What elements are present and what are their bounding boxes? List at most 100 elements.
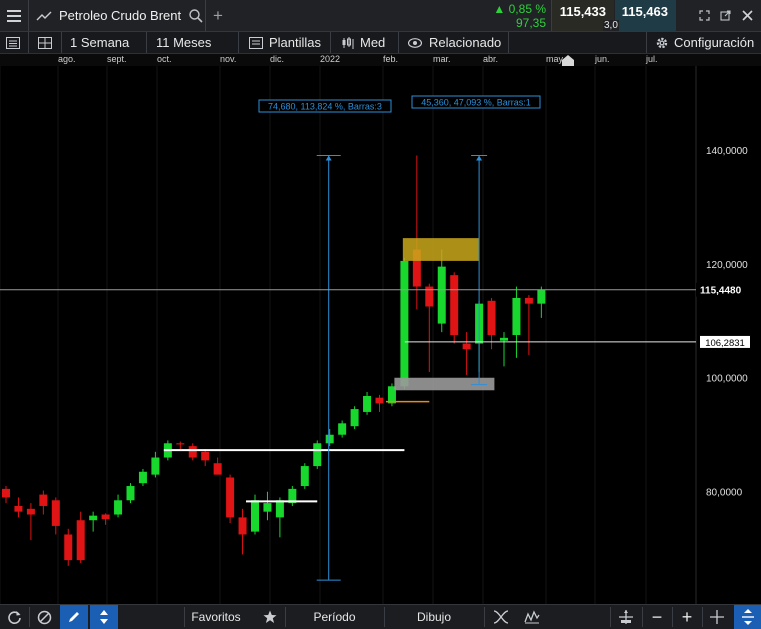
curve-tool-icon[interactable] (487, 605, 515, 629)
zoom-out-icon[interactable]: − (643, 605, 671, 629)
candle-body (89, 515, 98, 521)
candle (64, 528, 73, 566)
menu-icon[interactable] (0, 0, 28, 31)
candle (89, 511, 98, 532)
candle (300, 463, 309, 489)
candle-body (300, 466, 309, 487)
drawings: 74,680, 113,824 %, Barras:3 45,360, 47,09… (0, 95, 696, 581)
candle (2, 486, 10, 504)
candle (201, 448, 210, 467)
vertical-arrows-icon[interactable] (90, 605, 118, 629)
candle-body (151, 457, 160, 475)
expand-icon[interactable] (695, 0, 713, 31)
related-button[interactable]: Relacionado (408, 32, 501, 53)
candlestick-icon (341, 36, 355, 49)
candle-body (487, 300, 496, 335)
time-label: sept. (107, 54, 127, 64)
candle (275, 497, 284, 538)
candle (537, 286, 546, 318)
candle (375, 394, 384, 412)
candle-body (313, 443, 322, 467)
candle (462, 332, 471, 375)
chart-type-label: Med (360, 35, 386, 50)
candle (338, 420, 347, 438)
candles (2, 155, 546, 566)
candle (425, 283, 434, 373)
candle (76, 511, 85, 563)
measure-label: 74,680, 113,824 %, Barras:3 (268, 102, 382, 112)
zigzag-tool-icon[interactable] (518, 605, 546, 629)
close-icon[interactable] (738, 0, 756, 31)
price-axis: 140,0000 120,0000 100,0000 80,0000 115,4480 1… (696, 146, 758, 499)
candle (288, 486, 297, 506)
candle-body (350, 409, 359, 427)
chart-grid (0, 66, 697, 604)
instrument-tab[interactable]: Petroleo Crudo Brent (36, 0, 204, 31)
settings-button[interactable]: Configuración (655, 32, 754, 53)
candle-body (176, 443, 185, 445)
no-entry-icon[interactable] (30, 605, 58, 629)
change-abs: 97,35 (515, 16, 546, 30)
candle (176, 441, 185, 449)
refresh-icon[interactable] (0, 605, 28, 629)
candle-body (64, 534, 73, 561)
candle (400, 258, 409, 390)
candle-body (114, 500, 123, 515)
zoom-in-icon[interactable]: + (673, 605, 701, 629)
range-selector[interactable]: 11 Meses (156, 32, 211, 53)
candle (138, 468, 147, 487)
candle (238, 508, 247, 555)
candle-body (39, 494, 48, 506)
instrument-name: Petroleo Crudo Brent (59, 8, 182, 23)
pencil-icon[interactable] (60, 605, 88, 629)
candle-body (462, 343, 471, 350)
candle-body (51, 500, 60, 526)
chart-type-button[interactable]: Med (341, 32, 385, 53)
period-button[interactable]: Período (286, 605, 383, 629)
search-icon[interactable] (189, 8, 203, 23)
candle-body (14, 505, 23, 512)
gear-icon (655, 36, 669, 50)
candle (450, 272, 459, 344)
candle-body (238, 517, 247, 535)
price-tick: 140,0000 (706, 146, 748, 157)
candle-body (101, 514, 110, 520)
candle-body (363, 395, 372, 412)
candle-body (263, 503, 272, 512)
add-tab-icon[interactable]: + (210, 0, 226, 31)
candle-body (201, 451, 210, 461)
vertical-scale-icon[interactable] (734, 605, 761, 629)
candle-body (338, 423, 347, 435)
home-marker-icon[interactable] (561, 54, 575, 66)
candle-body (325, 434, 334, 444)
candle-body (375, 397, 384, 404)
time-label: 2022 (320, 54, 341, 64)
price-tick: 80,0000 (706, 488, 743, 499)
candle (313, 440, 322, 469)
time-label: mar. (433, 54, 451, 64)
popout-icon[interactable] (716, 0, 734, 31)
chart-line-icon (36, 10, 52, 22)
favorites-button[interactable]: Favoritos (185, 605, 247, 629)
candle (500, 332, 508, 367)
fit-icon[interactable] (612, 605, 640, 629)
candle (363, 391, 372, 415)
period-selector[interactable]: 1 Semana (70, 32, 129, 53)
grid-layout-icon[interactable] (38, 32, 52, 53)
crosshair-icon[interactable] (703, 605, 731, 629)
candle-body (26, 508, 35, 515)
chart-toolbar: 1 Semana 11 Meses Plantillas Med Relacio… (0, 32, 761, 54)
candle-body (251, 500, 259, 532)
drawing-button[interactable]: Dibujo (385, 605, 483, 629)
candle (101, 513, 110, 525)
measure-arrow (325, 155, 332, 161)
layout-list-icon[interactable] (6, 32, 20, 53)
price-chart[interactable]: 74,680, 113,824 %, Barras:3 45,360, 47,09… (0, 66, 761, 604)
candle (512, 286, 521, 358)
change-box: ▲ 0,85 % 97,35 (490, 0, 551, 31)
star-icon[interactable] (256, 605, 284, 629)
candle (437, 249, 446, 333)
candle-body (537, 289, 546, 304)
templates-button[interactable]: Plantillas (249, 32, 321, 53)
buy-price-button[interactable]: 115,463 (615, 0, 676, 31)
